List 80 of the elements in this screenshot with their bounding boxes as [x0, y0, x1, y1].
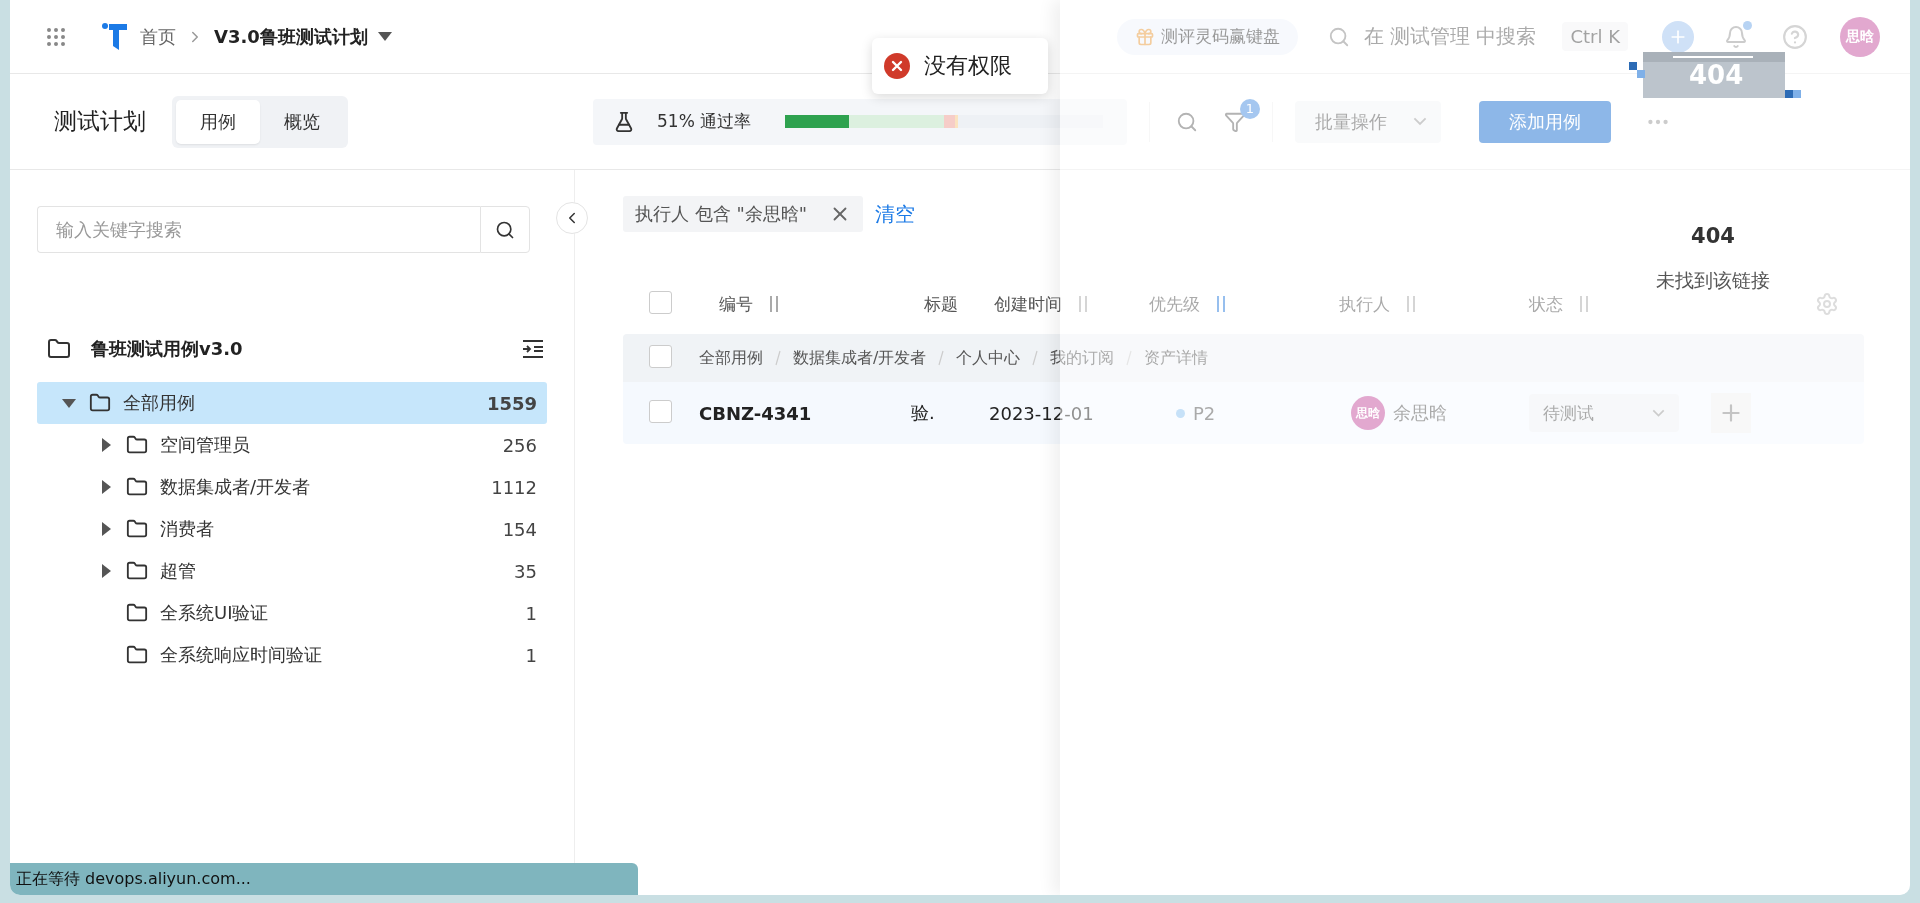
breadcrumb-link[interactable]: 首页: [140, 24, 176, 49]
folder-icon: [126, 560, 148, 582]
chevron-down-icon: [1413, 117, 1427, 126]
sort-icon[interactable]: [1404, 295, 1418, 313]
folder-icon: [126, 476, 148, 498]
tree-item[interactable]: 数据集成者/开发者 1112: [37, 466, 547, 508]
case-title[interactable]: 验.: [904, 401, 974, 425]
tree-item[interactable]: 消费者 154: [37, 508, 547, 550]
caret-icon[interactable]: [101, 564, 111, 578]
tree-item[interactable]: 全部用例 1559: [37, 382, 547, 424]
sort-icon[interactable]: [1577, 295, 1591, 313]
tree-item[interactable]: 全系统UI验证 1: [37, 592, 547, 634]
select-all-checkbox[interactable]: [649, 290, 672, 314]
flask-icon: [613, 110, 635, 133]
page-title: 测试计划: [54, 107, 146, 136]
group-path-item[interactable]: 个人中心: [956, 347, 1021, 369]
error-code: 404: [1691, 224, 1735, 248]
slash-divider: [775, 350, 781, 366]
tree-item[interactable]: 全系统响应时间验证 1: [37, 634, 547, 676]
illustration-label: 404: [1689, 60, 1744, 90]
pass-rate-text: 51% 通过率: [657, 110, 752, 133]
caret-icon[interactable]: [101, 438, 111, 452]
slash-divider: [938, 350, 945, 366]
view-tab[interactable]: 概览: [260, 99, 344, 144]
gift-icon: [1134, 26, 1155, 47]
add-button[interactable]: [1711, 393, 1751, 433]
settings-icon[interactable]: [1814, 292, 1839, 316]
sort-icon[interactable]: [1076, 295, 1090, 313]
folder-icon: [126, 434, 148, 456]
indent-icon[interactable]: [522, 339, 544, 359]
clear-link[interactable]: 清空: [875, 200, 915, 228]
caret-icon[interactable]: [377, 32, 392, 41]
column-header[interactable]: 编号: [719, 292, 781, 316]
add-button[interactable]: [1662, 20, 1694, 53]
assignee-name: 余思晗: [1393, 401, 1447, 425]
filter-count: 1: [1240, 98, 1260, 119]
priority-dot: [1176, 408, 1185, 418]
view-tab[interactable]: 用例: [176, 99, 260, 144]
sort-icon[interactable]: [1214, 295, 1228, 313]
created-date: 2023-12-01: [988, 402, 1095, 424]
folder-icon: [126, 518, 148, 540]
filter-chip-label: 执行人 包含 "余思晗": [635, 202, 807, 226]
caret-icon[interactable]: [101, 480, 111, 494]
toast-message: 没有权限: [924, 52, 1012, 80]
case-id[interactable]: CBNZ-4341: [699, 402, 904, 424]
chevron-down-icon: [1652, 409, 1665, 417]
notification-dot: [1743, 20, 1752, 30]
row-checkbox[interactable]: [649, 399, 672, 423]
collapse-button[interactable]: [556, 202, 588, 234]
search-button[interactable]: [480, 206, 530, 253]
folder-icon: [126, 644, 148, 666]
column-header[interactable]: 标题: [924, 292, 958, 316]
folder-icon: [126, 602, 148, 624]
column-header[interactable]: 创建时间: [994, 292, 1090, 316]
shortcut-key: Ctrl K: [1562, 22, 1628, 51]
tree-item[interactable]: 空间管理员 256: [37, 424, 547, 466]
folder-icon: [89, 392, 111, 414]
project-title[interactable]: V3.0鲁班测试计划: [214, 24, 368, 49]
group-path-item[interactable]: 全部用例: [699, 347, 763, 369]
logo-icon: [102, 22, 128, 51]
assignee-avatar: 思晗: [1351, 396, 1385, 430]
status-bar: 正在等待 devops.aliyun.com...: [10, 863, 638, 895]
tree-item[interactable]: 超管 35: [37, 550, 547, 592]
error-icon: [884, 53, 910, 79]
sort-icon[interactable]: [767, 295, 781, 313]
search-icon: [495, 219, 515, 240]
bell-icon[interactable]: [1724, 24, 1748, 49]
help-icon[interactable]: [1782, 23, 1808, 50]
filter-icon: [1224, 110, 1246, 133]
search-icon: [1176, 110, 1198, 133]
group-checkbox[interactable]: [649, 344, 672, 368]
caret-icon[interactable]: [101, 522, 111, 536]
search-icon: [1327, 25, 1350, 48]
library-title: 鲁班测试用例v3.0: [91, 337, 243, 361]
search-field[interactable]: 输入关键字搜索: [37, 206, 480, 253]
priority-label: P2: [1193, 402, 1216, 424]
folder-icon: [47, 337, 71, 361]
caret-icon[interactable]: [62, 398, 76, 408]
group-path-item[interactable]: 数据集成者/开发者: [793, 347, 927, 369]
slash-divider: [1032, 350, 1039, 366]
